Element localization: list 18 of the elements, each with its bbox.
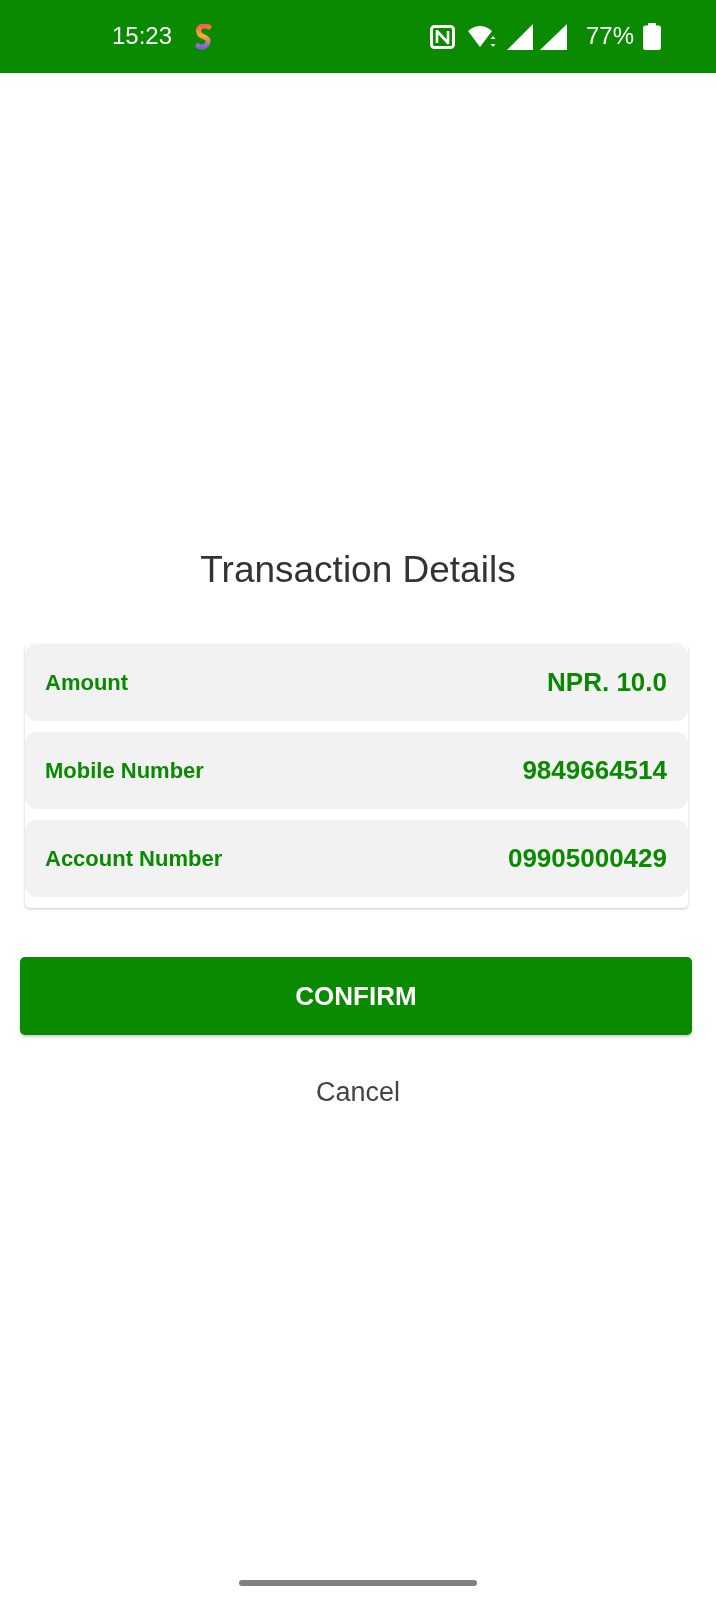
detail-value: NPR. 10.0 xyxy=(547,667,667,698)
home-indicator[interactable] xyxy=(239,1580,477,1586)
signal-icon xyxy=(506,23,533,50)
detail-label: Mobile Number xyxy=(45,757,204,784)
battery-percent: 77% xyxy=(585,21,634,50)
detail-label: Account Number xyxy=(45,845,223,872)
signal-icon xyxy=(539,23,567,50)
wifi-icon xyxy=(467,25,498,48)
detail-label: Amount xyxy=(45,669,129,696)
cancel-button[interactable]: Cancel xyxy=(311,1076,404,1108)
clock-time: 15:23 xyxy=(112,21,173,50)
detail-value: 9849664514 xyxy=(522,755,667,786)
battery-icon xyxy=(643,23,661,50)
confirm-button[interactable]: CONFIRM xyxy=(20,957,692,1035)
nfc-icon xyxy=(429,24,455,49)
ribbon-logo-icon xyxy=(195,23,213,50)
page-title: Transaction Details xyxy=(199,548,517,592)
detail-value: 09905000429 xyxy=(507,843,667,874)
